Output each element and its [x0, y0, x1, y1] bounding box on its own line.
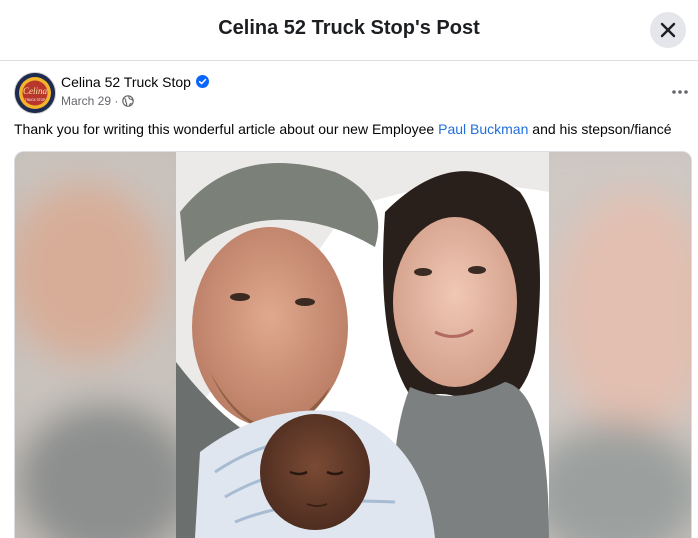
avatar[interactable]: Celina TRUCK STOP: [14, 72, 56, 114]
avatar-logo: Celina TRUCK STOP: [15, 73, 55, 113]
post-meta: March 29 ·: [61, 94, 118, 108]
photo-main: [176, 152, 549, 538]
meta-separator: ·: [114, 94, 119, 108]
globe-icon: [122, 95, 134, 107]
post-header: Celina TRUCK STOP Celina 52 Truck Stop M…: [14, 72, 688, 114]
avatar-text: Celina: [23, 86, 47, 96]
author-name[interactable]: Celina 52 Truck Stop: [61, 74, 191, 90]
post-photo[interactable]: [14, 151, 692, 538]
close-button[interactable]: [650, 12, 686, 48]
more-options-button[interactable]: [666, 80, 694, 104]
post-text-after: and his stepson/fiancé: [528, 121, 672, 137]
post-text-before: Thank you for writing this wonderful art…: [14, 121, 439, 137]
verified-badge-icon: [196, 75, 209, 88]
post-text: Thank you for writing this wonderful art…: [14, 121, 694, 137]
close-icon: [660, 22, 676, 38]
dialog-header: Celina 52 Truck Stop's Post: [0, 0, 698, 61]
more-options-icon: [672, 90, 688, 94]
photo-image: [15, 152, 691, 538]
dialog-title: Celina 52 Truck Stop's Post: [218, 17, 480, 39]
avatar-subtext: TRUCK STOP: [25, 98, 46, 102]
mention-link[interactable]: Paul Buckman: [438, 121, 528, 137]
post-date[interactable]: March 29: [61, 94, 111, 108]
